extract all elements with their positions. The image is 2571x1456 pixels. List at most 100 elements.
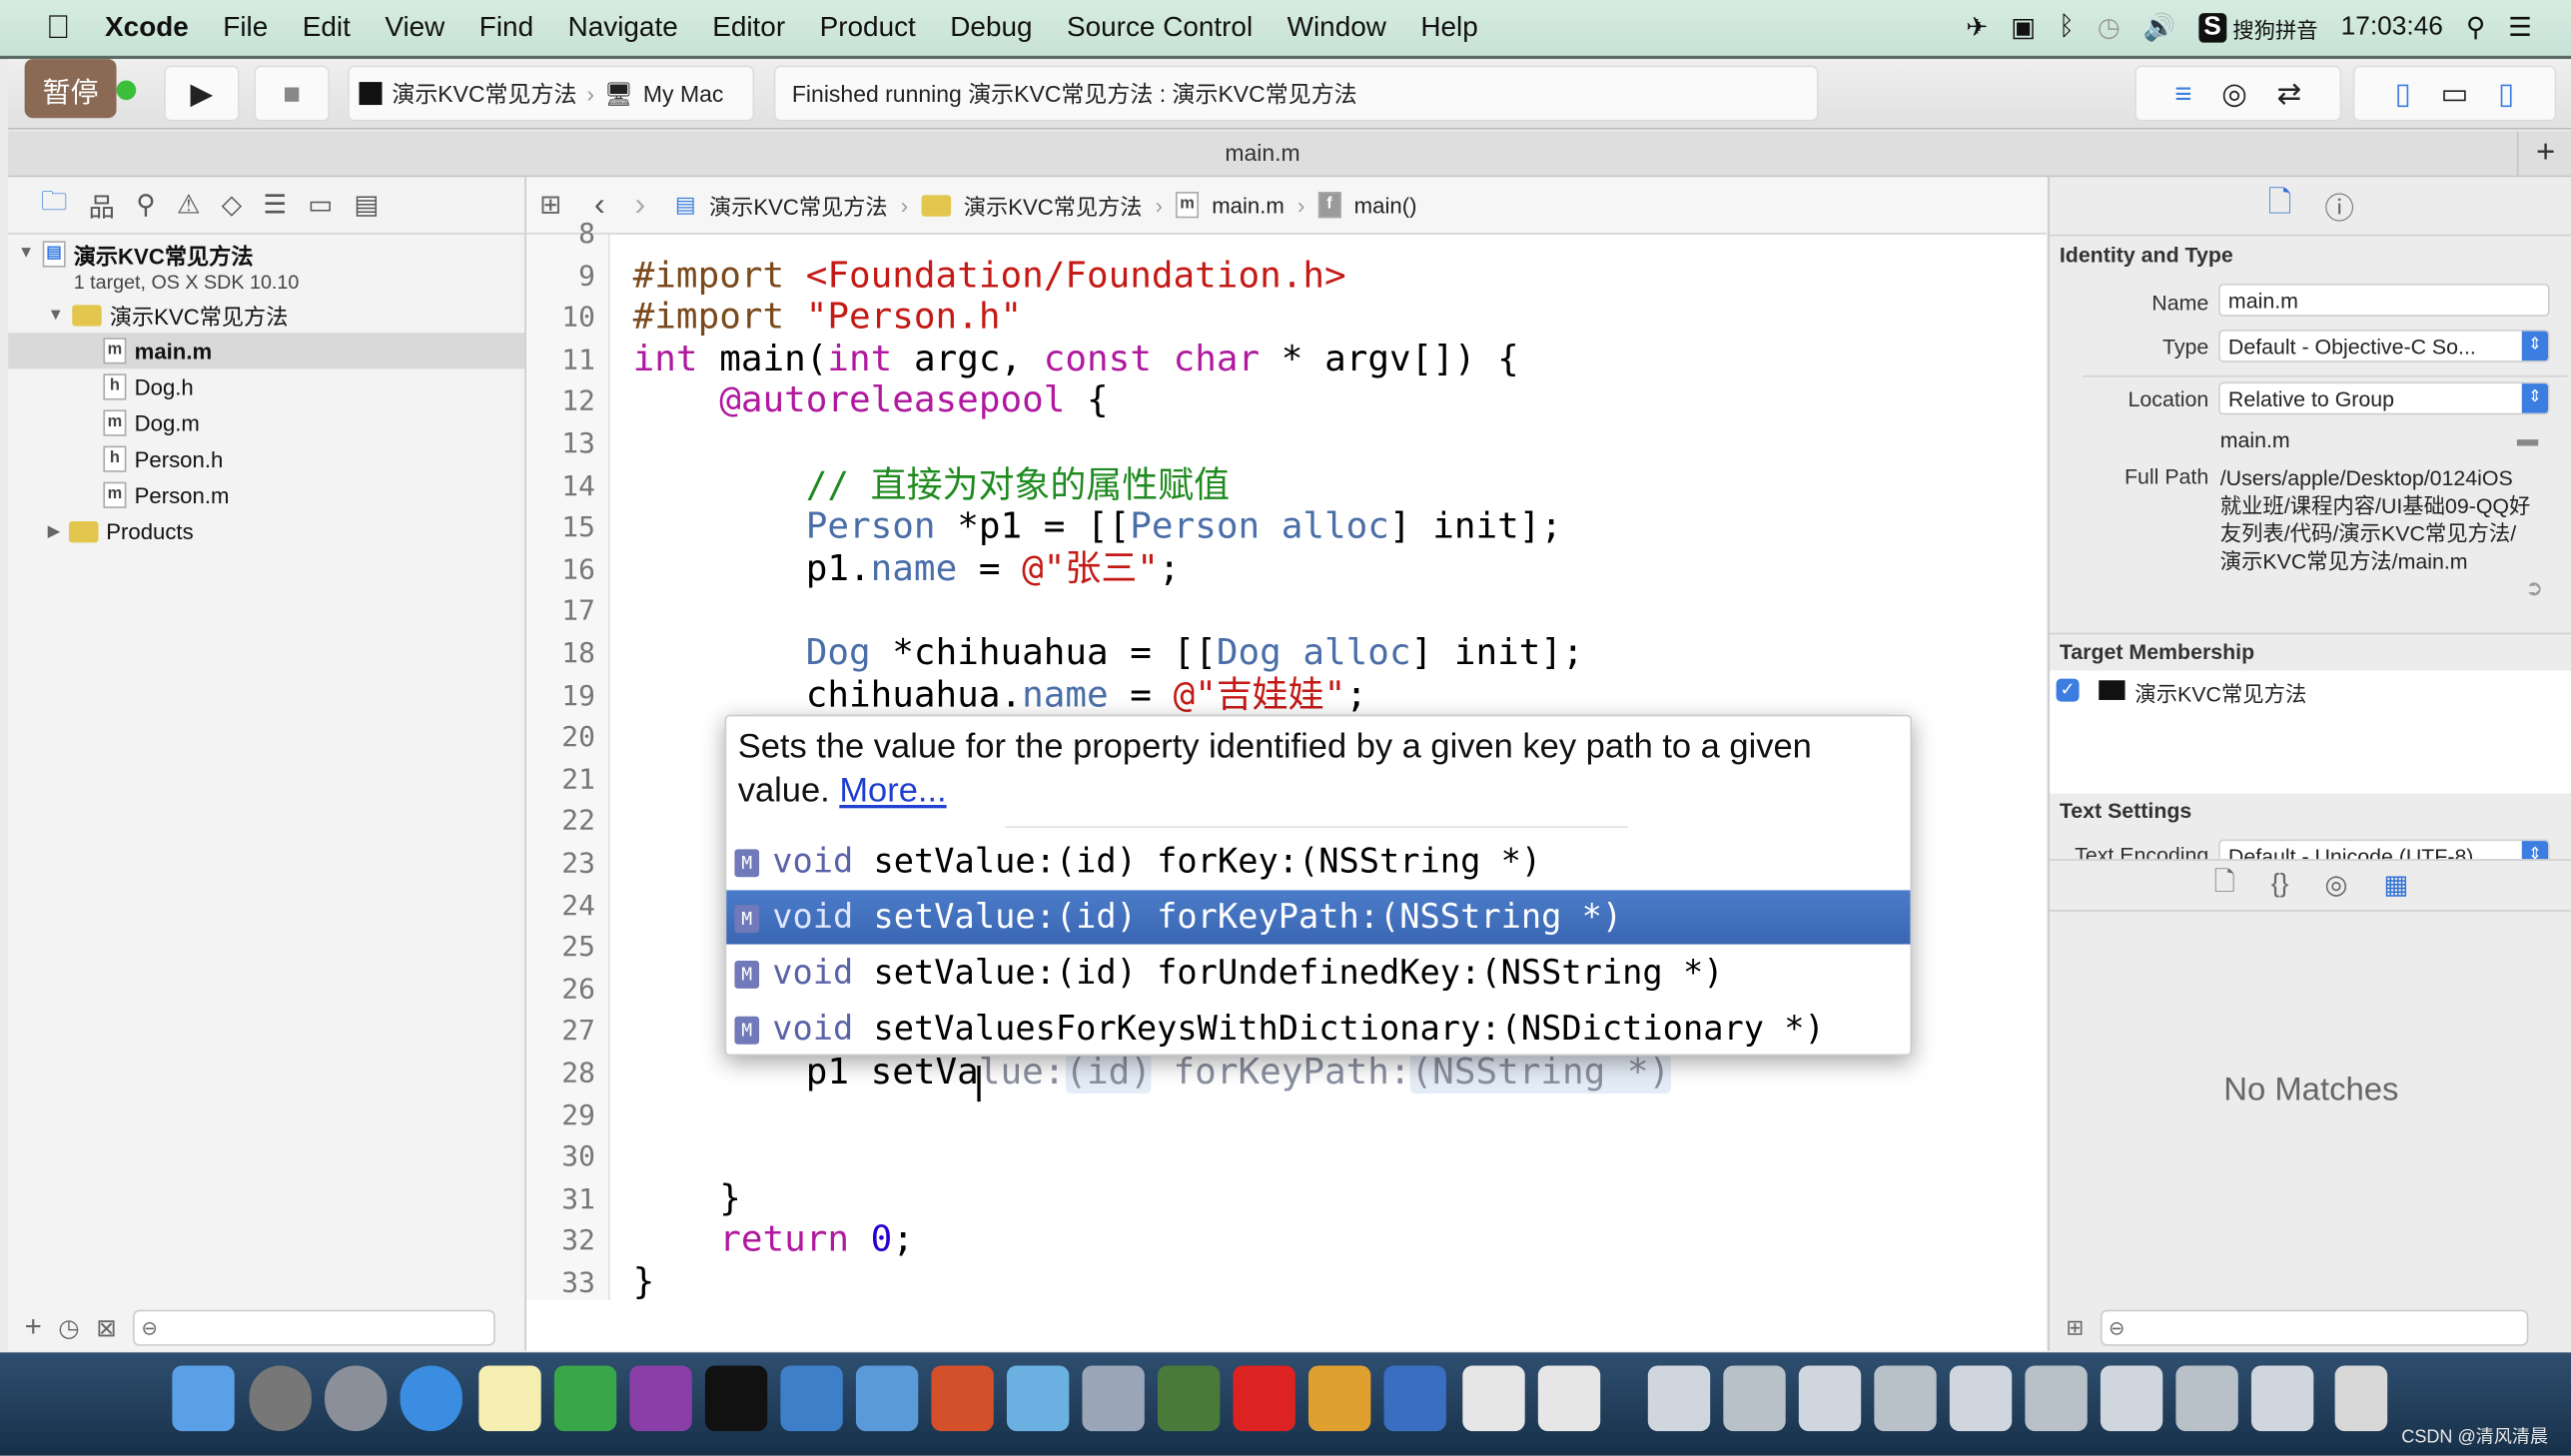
breadcrumb-file[interactable]: main.m bbox=[1212, 193, 1285, 218]
stop-button[interactable]: ■ bbox=[254, 65, 330, 122]
breadcrumb-group[interactable]: 演示KVC常见方法 bbox=[964, 189, 1143, 222]
screenshot-icon[interactable] bbox=[1949, 1365, 2013, 1432]
document-icon[interactable] bbox=[1537, 1365, 1601, 1432]
screen-record-icon[interactable]: ▣ bbox=[2011, 11, 2036, 44]
object-library-icon[interactable]: ◎ bbox=[2324, 869, 2347, 902]
menu-xcode[interactable]: Xcode bbox=[105, 11, 189, 44]
volume-icon[interactable]: 🔊 bbox=[2143, 11, 2176, 44]
filezilla-icon[interactable] bbox=[1233, 1365, 1295, 1432]
menu-help[interactable]: Help bbox=[1420, 11, 1477, 44]
assistant-editor-icon[interactable]: ◎ bbox=[2221, 76, 2247, 110]
completion-item[interactable]: Mvoid setValue:(id) forKeyPath:(NSString… bbox=[726, 890, 1911, 945]
powerpoint-icon[interactable] bbox=[931, 1365, 994, 1432]
report-navigator-icon[interactable]: ▤ bbox=[354, 189, 379, 222]
excel-icon[interactable] bbox=[553, 1365, 617, 1432]
new-tab-button[interactable]: + bbox=[2516, 131, 2571, 176]
input-method-icon[interactable]: S bbox=[2198, 13, 2226, 43]
app-icon[interactable] bbox=[1006, 1365, 1070, 1432]
finder-icon[interactable] bbox=[172, 1365, 235, 1432]
app-icon[interactable] bbox=[1383, 1365, 1446, 1432]
screenshot-icon[interactable] bbox=[2250, 1365, 2314, 1432]
toggle-debug-area-icon[interactable]: ▭ bbox=[2440, 76, 2468, 110]
menu-source-control[interactable]: Source Control bbox=[1067, 11, 1253, 44]
scm-filter-icon[interactable]: ⊠ bbox=[96, 1312, 117, 1342]
onenote-icon[interactable] bbox=[629, 1365, 692, 1432]
library-filter-input[interactable]: ⊖ bbox=[2100, 1308, 2529, 1345]
screenshot-icon[interactable] bbox=[1723, 1365, 1786, 1432]
text-encoding-select[interactable]: Default - Unicode (UTF-8) ⇕ bbox=[2218, 839, 2550, 860]
add-file-button[interactable]: + bbox=[25, 1310, 42, 1344]
app-icon[interactable] bbox=[855, 1365, 919, 1432]
airplane-icon[interactable]: ✈ bbox=[1966, 11, 1988, 44]
standard-editor-icon[interactable]: ≡ bbox=[2174, 76, 2191, 110]
bluetooth-icon[interactable]: ᛒ bbox=[2059, 13, 2075, 43]
tree-item-file[interactable]: h Dog.h bbox=[103, 368, 194, 404]
quick-help-icon[interactable]: ⓘ bbox=[2324, 185, 2354, 228]
menu-window[interactable]: Window bbox=[1287, 11, 1386, 44]
version-editor-icon[interactable]: ⇄ bbox=[2276, 76, 2301, 110]
menu-view[interactable]: View bbox=[385, 11, 444, 44]
clock[interactable]: 17:03:46 bbox=[2341, 13, 2443, 43]
menu-find[interactable]: Find bbox=[479, 11, 533, 44]
media-library-icon[interactable]: ▦ bbox=[2383, 869, 2408, 902]
screenshot-icon[interactable] bbox=[1798, 1365, 1862, 1432]
find-navigator-icon[interactable]: ⚲ bbox=[136, 189, 155, 222]
toggle-utilities-icon[interactable]: ▯ bbox=[2498, 76, 2514, 110]
more-link[interactable]: More... bbox=[839, 772, 946, 810]
menu-editor[interactable]: Editor bbox=[712, 11, 785, 44]
completion-item[interactable]: Mvoid setValuesForKeysWithDictionary:(NS… bbox=[726, 1002, 1910, 1056]
folder-stack-icon[interactable] bbox=[1647, 1365, 1711, 1432]
menu-edit[interactable]: Edit bbox=[303, 11, 351, 44]
tree-item-file[interactable]: m Dog.m bbox=[103, 404, 200, 440]
tree-item-file[interactable]: m Person.m bbox=[103, 477, 229, 513]
file-inspector-icon[interactable]: 🗋 bbox=[2268, 181, 2292, 230]
menu-file[interactable]: File bbox=[223, 11, 268, 44]
test-navigator-icon[interactable]: ◇ bbox=[222, 189, 242, 222]
choose-folder-icon[interactable]: ▬ bbox=[2517, 426, 2538, 451]
related-items-icon[interactable]: ⊞ bbox=[539, 189, 561, 222]
screenshot-icon[interactable] bbox=[2025, 1365, 2088, 1432]
recent-files-icon[interactable]: ◷ bbox=[58, 1312, 79, 1342]
apple-menu-icon[interactable]:  bbox=[46, 9, 71, 47]
code-snippet-library-icon[interactable]: {} bbox=[2271, 871, 2289, 901]
menu-navigate[interactable]: Navigate bbox=[568, 11, 678, 44]
menu-product[interactable]: Product bbox=[820, 11, 916, 44]
app-icon[interactable] bbox=[1307, 1365, 1371, 1432]
time-machine-icon[interactable]: ◷ bbox=[2098, 11, 2121, 44]
name-field[interactable]: main.m bbox=[2218, 283, 2550, 317]
type-select[interactable]: Default - Objective-C So... ⇕ bbox=[2218, 329, 2550, 363]
grid-view-icon[interactable]: ⊞ bbox=[2066, 1314, 2084, 1340]
run-button[interactable]: ▶ bbox=[164, 65, 240, 122]
toggle-navigator-icon[interactable]: ▯ bbox=[2395, 76, 2411, 110]
document-icon[interactable] bbox=[1462, 1365, 1525, 1432]
location-select[interactable]: Relative to Group ⇕ bbox=[2218, 381, 2550, 415]
trash-icon[interactable] bbox=[2334, 1365, 2388, 1432]
tab-main-m[interactable]: main.m bbox=[8, 131, 2517, 175]
project-navigator-icon[interactable]: 🗀 bbox=[41, 183, 67, 227]
input-method-label[interactable]: 搜狗拼音 bbox=[2232, 12, 2317, 43]
target-checkbox[interactable]: ✓ bbox=[2056, 678, 2080, 702]
filter-input[interactable]: ⊖ bbox=[133, 1308, 496, 1345]
issue-navigator-icon[interactable]: ⚠ bbox=[177, 189, 201, 222]
system-preferences-icon[interactable] bbox=[249, 1365, 312, 1432]
symbol-navigator-icon[interactable]: 品 bbox=[89, 186, 115, 225]
file-template-library-icon[interactable]: 🗋 bbox=[2213, 863, 2234, 907]
screenshot-icon[interactable] bbox=[2175, 1365, 2238, 1432]
screenshot-icon[interactable] bbox=[2100, 1365, 2163, 1432]
tree-item-file[interactable]: h Person.h bbox=[103, 441, 223, 477]
tree-item-group[interactable]: ▼ 演示KVC常见方法 bbox=[48, 297, 288, 333]
safari-icon[interactable] bbox=[400, 1365, 462, 1432]
back-button[interactable]: ‹ bbox=[594, 186, 605, 224]
app-icon[interactable] bbox=[1082, 1365, 1145, 1432]
tree-item-project[interactable]: ▼ ▤ 演示KVC常见方法 1 target, OS X SDK 10.10 bbox=[18, 238, 299, 294]
notification-center-icon[interactable]: ☰ bbox=[2508, 11, 2532, 44]
launchpad-icon[interactable] bbox=[325, 1365, 388, 1432]
completion-item[interactable]: Mvoid setValue:(id) forKey:(NSString *) bbox=[726, 835, 1910, 889]
xcode-icon[interactable] bbox=[780, 1365, 843, 1432]
scheme-selector[interactable]: 演示KVC常见方法 › 🖥 My Mac bbox=[348, 65, 755, 122]
screenshot-icon[interactable] bbox=[1874, 1365, 1937, 1432]
completion-item[interactable]: Mvoid setValue:(id) forUndefinedKey:(NSS… bbox=[726, 946, 1910, 1000]
reveal-in-finder-icon[interactable]: ➲ bbox=[2525, 575, 2543, 601]
window-zoom-button[interactable] bbox=[116, 80, 137, 101]
tree-item-products[interactable]: ▶ Products bbox=[48, 513, 194, 549]
